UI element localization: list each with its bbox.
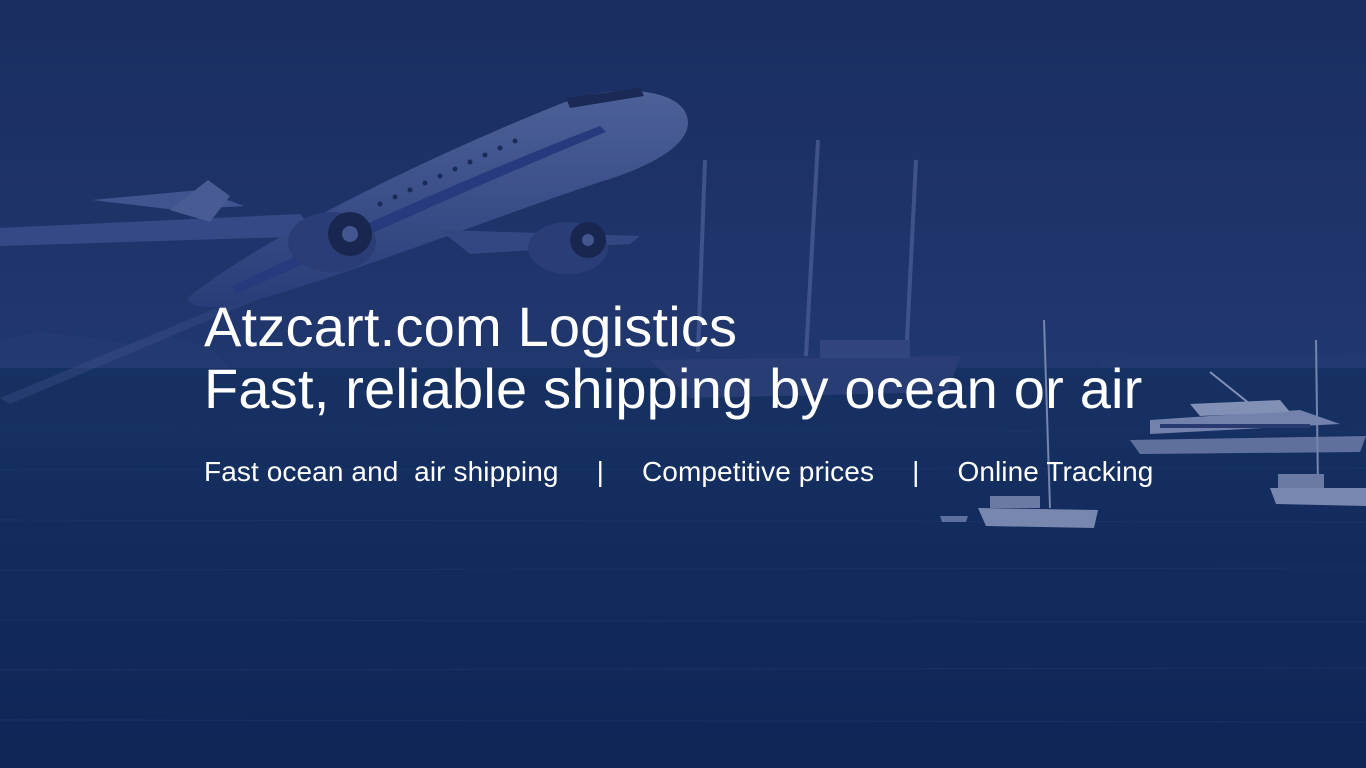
- feature-separator: |: [912, 456, 920, 487]
- hero-title-line1: Atzcart.com Logistics: [204, 295, 738, 358]
- feature-separator: |: [596, 456, 604, 487]
- hero-banner: Atzcart.com Logistics Fast, reliable shi…: [0, 0, 1366, 768]
- feature-item-prices: Competitive prices: [641, 456, 875, 487]
- hero-headline: Atzcart.com Logistics Fast, reliable shi…: [204, 296, 1153, 420]
- feature-item-tracking: Online Tracking: [957, 456, 1154, 487]
- feature-list: Fast ocean and air shipping | Competitiv…: [204, 456, 1153, 488]
- hero-title-line2: Fast, reliable shipping by ocean or air: [204, 357, 1143, 420]
- feature-item-shipping: Fast ocean and air shipping: [204, 456, 559, 487]
- hero-text-block: Atzcart.com Logistics Fast, reliable shi…: [204, 296, 1153, 488]
